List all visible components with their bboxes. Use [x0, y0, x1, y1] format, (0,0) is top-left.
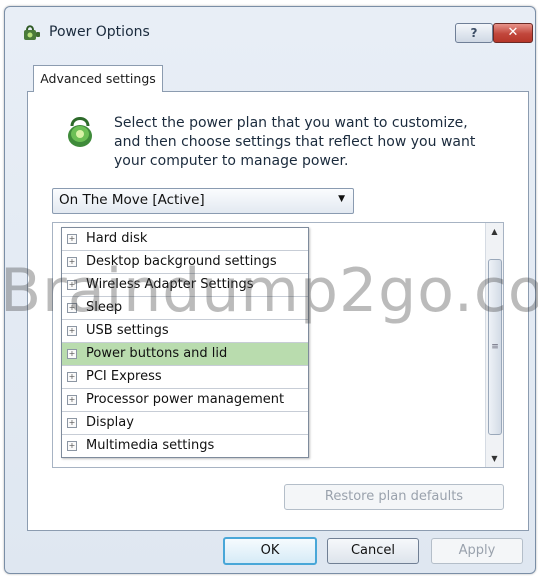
power-options-dialog: Power Options ? ✕ Advanced settings Sele…: [4, 6, 536, 574]
expand-plus-icon[interactable]: +: [67, 280, 77, 290]
title-bar[interactable]: Power Options ? ✕: [5, 7, 535, 43]
help-button[interactable]: ?: [455, 23, 493, 43]
power-options-icon: [21, 22, 43, 44]
scroll-down-icon[interactable]: ▼: [486, 450, 503, 467]
window-title: Power Options: [49, 24, 150, 40]
settings-tree-item-label: PCI Express: [86, 369, 162, 384]
scroll-thumb[interactable]: ≡: [488, 259, 502, 435]
settings-tree-item-label: Processor power management: [86, 392, 285, 407]
apply-button[interactable]: Apply: [431, 538, 523, 564]
settings-tree-item-label: Hard disk: [86, 231, 148, 246]
settings-tree-item[interactable]: + Hard disk: [62, 228, 308, 251]
settings-tree-item[interactable]: + Processor power management: [62, 389, 308, 412]
settings-tree-item-label: USB settings: [86, 323, 169, 338]
settings-tree-item[interactable]: + Multimedia settings: [62, 435, 308, 457]
settings-tree-item[interactable]: + Power buttons and lid: [62, 343, 308, 366]
settings-tree: + Hard disk + Desktop background settings + W…: [61, 227, 309, 458]
settings-tree-item[interactable]: + Wireless Adapter Settings: [62, 274, 308, 297]
scroll-up-icon[interactable]: ▲: [486, 223, 503, 240]
power-plan-dropdown[interactable]: On The Move [Active] ▼: [52, 188, 354, 214]
cancel-button[interactable]: Cancel: [327, 538, 419, 564]
settings-tree-item-label: Desktop background settings: [86, 254, 277, 269]
instructions-text: Select the power plan that you want to c…: [114, 115, 476, 169]
help-icon: ?: [470, 26, 478, 40]
settings-tree-item[interactable]: + Desktop background settings: [62, 251, 308, 274]
expand-plus-icon[interactable]: +: [67, 303, 77, 313]
close-button[interactable]: ✕: [493, 23, 533, 43]
close-icon: ✕: [507, 25, 519, 40]
settings-tree-item-label: Multimedia settings: [86, 438, 215, 453]
settings-tree-item[interactable]: + PCI Express: [62, 366, 308, 389]
advanced-settings-panel: Select the power plan that you want to c…: [27, 91, 529, 531]
settings-tree-item-label: Display: [86, 415, 134, 430]
settings-tree-item[interactable]: + Display: [62, 412, 308, 435]
settings-tree-item-label: Power buttons and lid: [86, 346, 228, 361]
power-plan-selected-value: On The Move [Active]: [59, 192, 205, 208]
settings-tree-item[interactable]: + Sleep: [62, 297, 308, 320]
expand-plus-icon[interactable]: +: [67, 395, 77, 405]
expand-plus-icon[interactable]: +: [67, 257, 77, 267]
settings-tree-item-label: Sleep: [86, 300, 123, 315]
scroll-grip-icon: ≡: [491, 342, 499, 352]
power-plan-icon: [62, 114, 98, 150]
restore-plan-defaults-button[interactable]: Restore plan defaults: [284, 484, 504, 510]
scrollbar[interactable]: ▲ ≡ ▼: [485, 223, 503, 467]
expand-plus-icon[interactable]: +: [67, 441, 77, 451]
expand-plus-icon[interactable]: +: [67, 418, 77, 428]
expand-plus-icon[interactable]: +: [67, 349, 77, 359]
expand-plus-icon[interactable]: +: [67, 234, 77, 244]
settings-tree-item[interactable]: + USB settings: [62, 320, 308, 343]
ok-button[interactable]: OK: [223, 537, 317, 565]
expand-plus-icon[interactable]: +: [67, 326, 77, 336]
settings-tree-item-label: Wireless Adapter Settings: [86, 277, 254, 292]
settings-tree-box: + Hard disk + Desktop background settings + W…: [52, 222, 504, 468]
expand-plus-icon[interactable]: +: [67, 372, 77, 382]
tab-advanced-settings[interactable]: Advanced settings: [33, 65, 163, 92]
dropdown-arrow-icon: ▼: [338, 194, 345, 204]
